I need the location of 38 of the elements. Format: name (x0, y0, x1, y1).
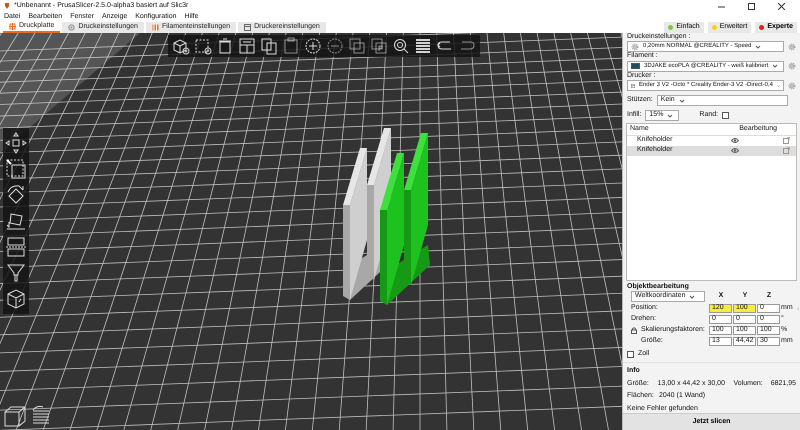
caret-icon (678, 98, 685, 104)
lock-icon[interactable] (631, 327, 637, 334)
selected-model[interactable] (380, 133, 430, 305)
caret-icon (689, 294, 696, 300)
move-icon[interactable] (5, 132, 27, 154)
cube-plus-icon[interactable] (172, 37, 190, 55)
settings-icon[interactable] (788, 42, 796, 51)
dashed-box-minus-icon[interactable] (194, 37, 212, 55)
trash-icon[interactable] (216, 37, 234, 55)
caret-icon (667, 112, 674, 119)
copy-icon[interactable] (260, 37, 278, 55)
cube-icon[interactable] (5, 288, 27, 310)
maximize-icon (748, 2, 754, 10)
paste-icon[interactable] (282, 37, 300, 55)
arrange-icon[interactable] (238, 37, 256, 55)
app-icon (4, 2, 10, 10)
search-icon[interactable] (392, 37, 410, 55)
split-parts-icon[interactable] (370, 37, 388, 55)
eye-icon[interactable] (731, 147, 739, 154)
split-objects-icon[interactable] (348, 37, 366, 55)
cut-icon[interactable] (5, 236, 27, 258)
printer-icon (631, 82, 635, 90)
caret-icon (772, 63, 778, 70)
caret-icon (755, 44, 762, 50)
window-icon (244, 24, 252, 31)
layers-icon[interactable] (414, 37, 432, 55)
scale-icon[interactable] (5, 158, 27, 180)
settings-icon[interactable] (788, 62, 796, 70)
brim-checkbox[interactable] (722, 112, 730, 120)
close-icon (778, 2, 784, 10)
inch-checkbox[interactable] (627, 350, 634, 358)
plus-circle-icon[interactable] (304, 37, 322, 55)
plate-icon (9, 23, 16, 30)
cube-view-icon[interactable] (3, 405, 27, 427)
eye-icon[interactable] (731, 137, 739, 144)
settings-icon[interactable] (788, 82, 796, 90)
edit-icon[interactable] (783, 137, 790, 144)
minus-circle-icon[interactable] (326, 37, 344, 55)
